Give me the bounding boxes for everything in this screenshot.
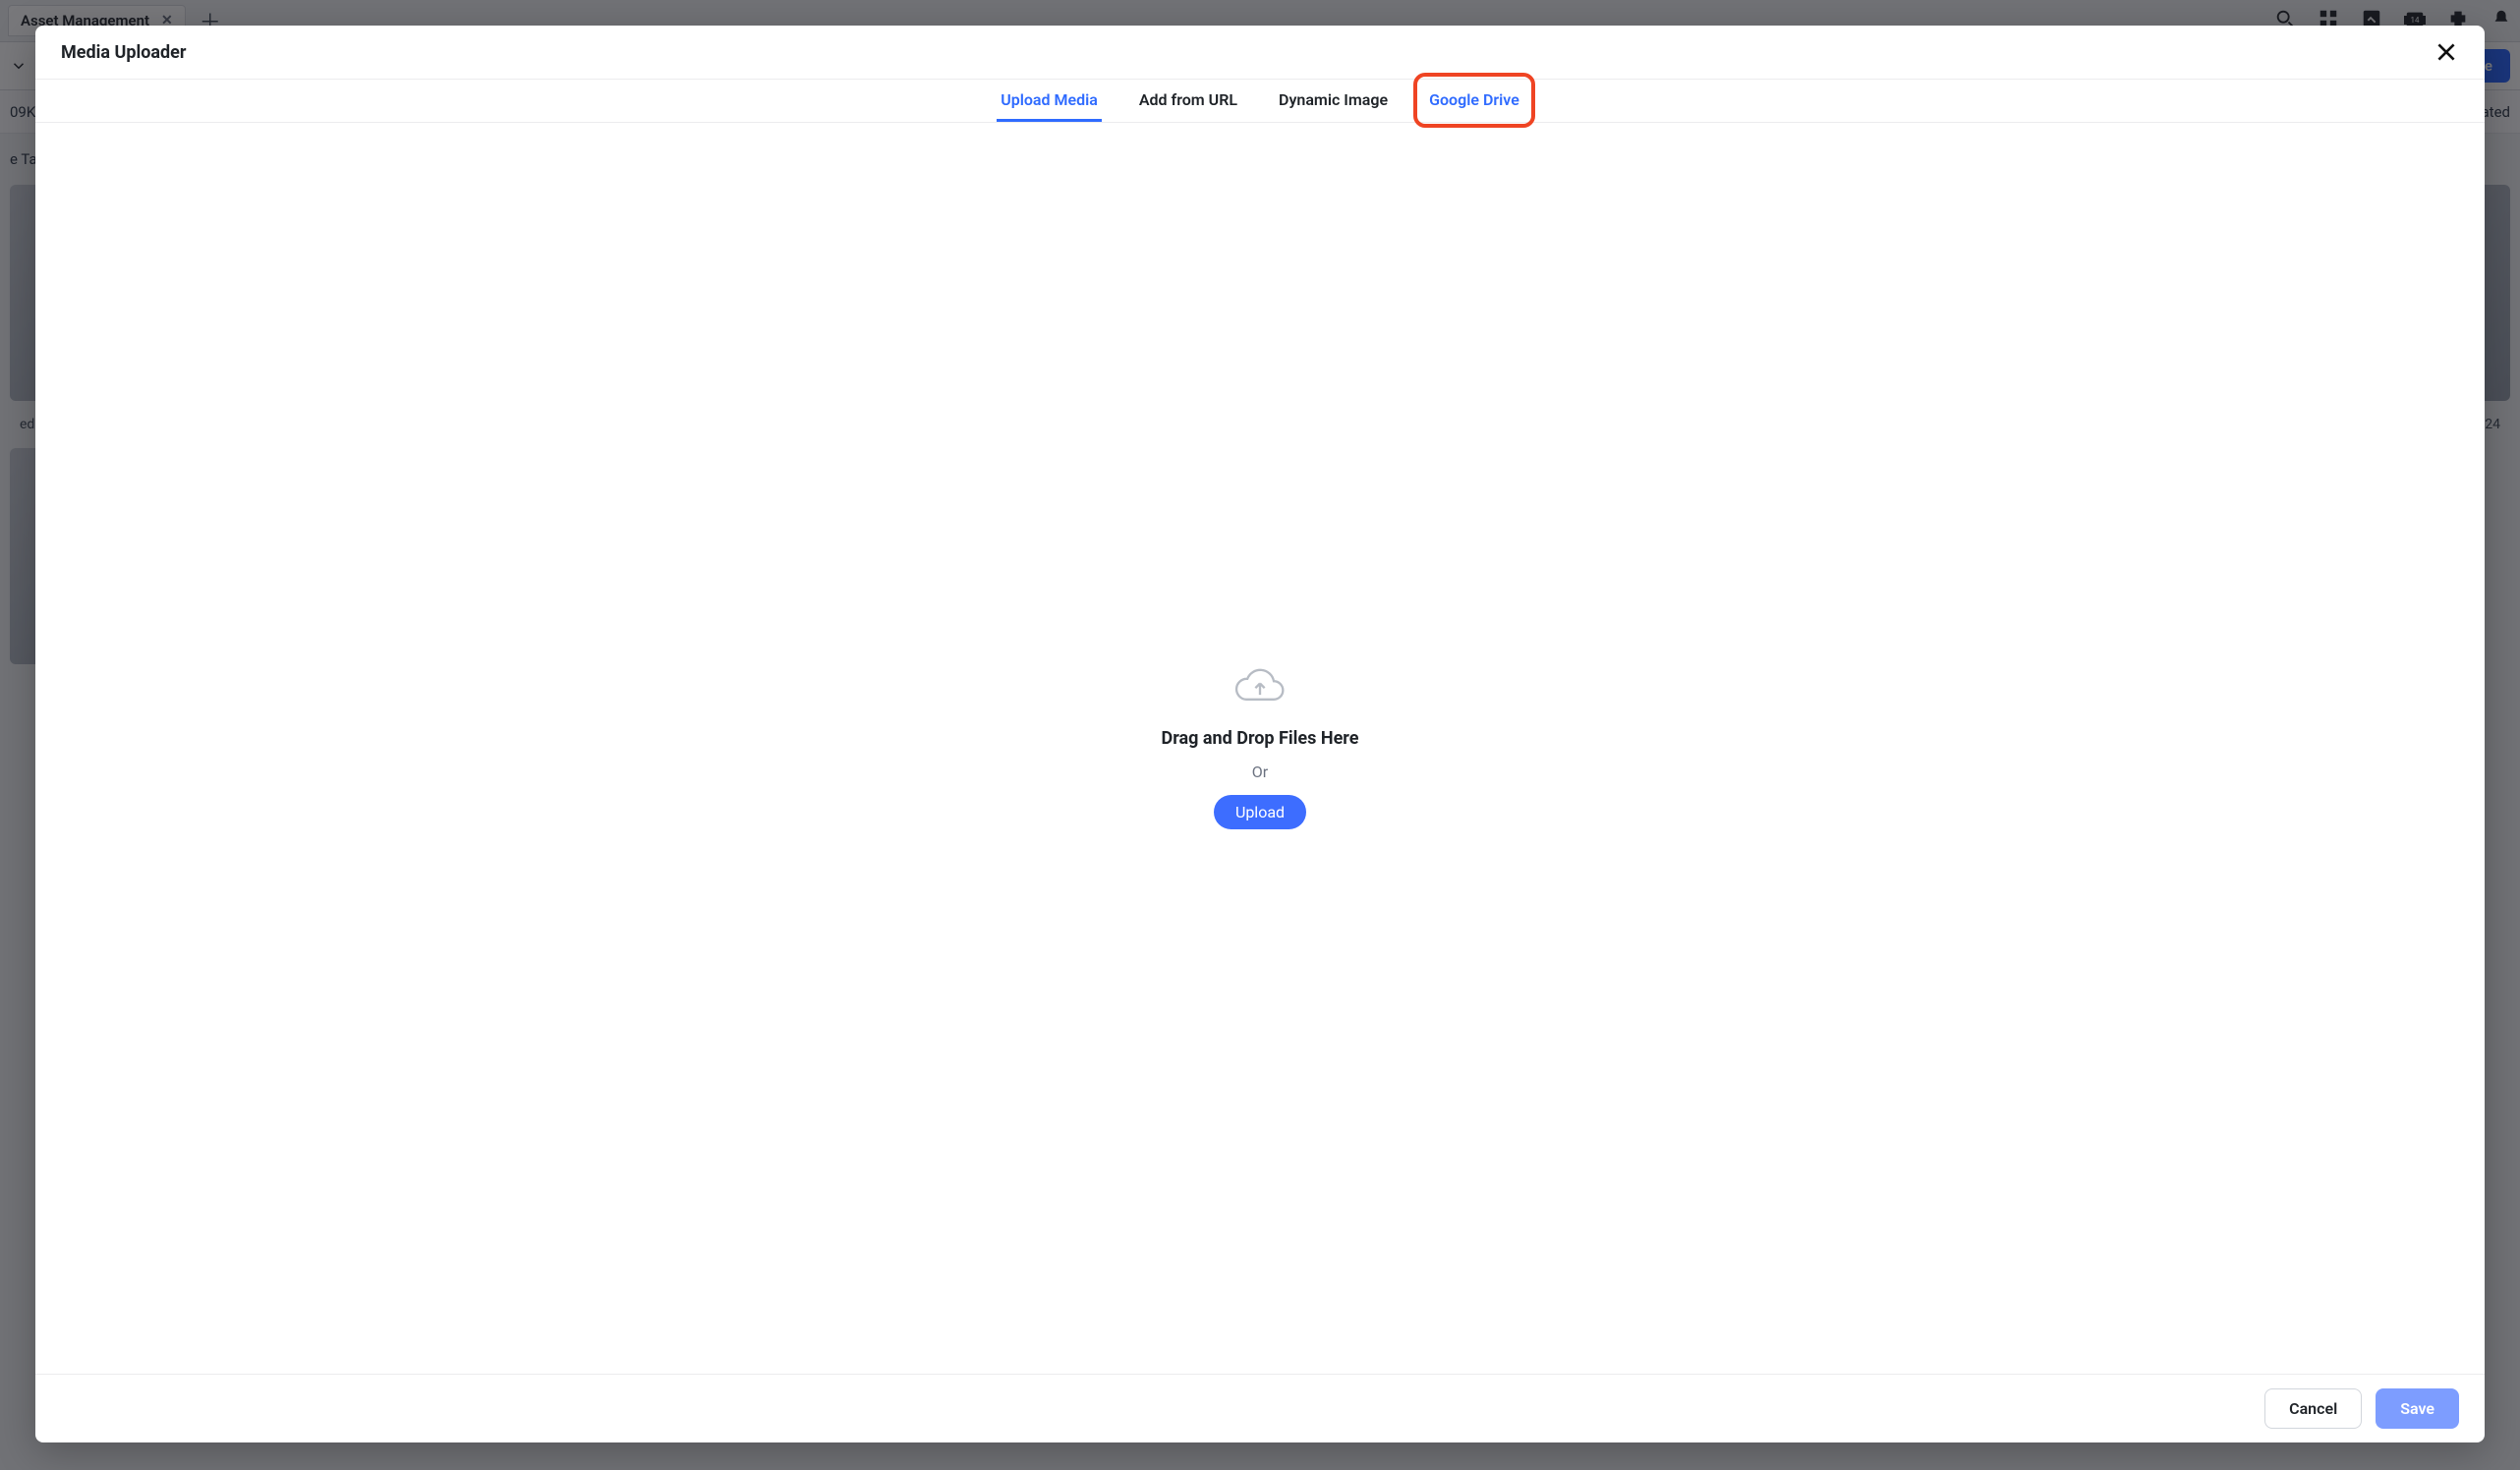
modal-header: Media Uploader (35, 26, 2485, 80)
dropzone-title: Drag and Drop Files Here (1162, 728, 1359, 749)
modal-tab-row: Upload Media Add from URL Dynamic Image … (35, 80, 2485, 123)
chevron-down-icon[interactable] (10, 57, 28, 75)
drop-zone[interactable]: Drag and Drop Files Here Or Upload (1162, 667, 1359, 829)
save-button[interactable]: Save (2376, 1388, 2459, 1429)
cancel-button[interactable]: Cancel (2264, 1388, 2362, 1429)
modal-body: Drag and Drop Files Here Or Upload (35, 123, 2485, 1374)
cloud-upload-icon (1232, 667, 1288, 707)
tab-upload-media[interactable]: Upload Media (997, 81, 1102, 122)
dropzone-or: Or (1162, 763, 1359, 781)
media-uploader-modal: Media Uploader Upload Media Add from URL… (35, 26, 2485, 1442)
tab-google-drive[interactable]: Google Drive (1425, 81, 1523, 122)
close-icon (2434, 39, 2459, 65)
close-button[interactable] (2434, 39, 2459, 65)
status-fragment: ated (2482, 103, 2510, 121)
tab-add-from-url[interactable]: Add from URL (1135, 81, 1241, 122)
tab-dynamic-image[interactable]: Dynamic Image (1275, 81, 1392, 122)
modal-title: Media Uploader (61, 42, 186, 63)
calendar-badge: 14 (2404, 16, 2426, 25)
bell-icon[interactable] (2491, 8, 2512, 33)
modal-footer: Cancel Save (35, 1374, 2485, 1442)
upload-button[interactable]: Upload (1214, 795, 1306, 829)
size-fragment: 09K (10, 103, 35, 121)
